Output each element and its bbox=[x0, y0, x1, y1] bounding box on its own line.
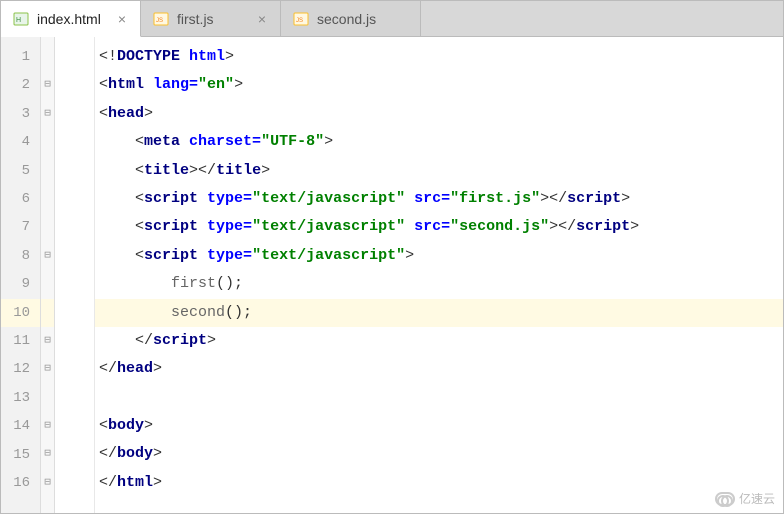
watermark-icon bbox=[715, 492, 735, 506]
fold-toggle-icon[interactable]: ⊟ bbox=[41, 71, 54, 99]
code-line[interactable]: first(); bbox=[95, 270, 783, 298]
fold-spacer bbox=[41, 157, 54, 185]
line-number: 3 bbox=[1, 100, 40, 128]
line-number: 8 bbox=[1, 242, 40, 270]
js-icon: JS bbox=[293, 11, 309, 27]
fold-spacer bbox=[41, 213, 54, 241]
line-number: 5 bbox=[1, 157, 40, 185]
code-editor[interactable]: 12345678910111213141516 ⊟⊟⊟⊟⊟⊟⊟⊟ <!DOCTY… bbox=[1, 37, 783, 513]
code-line[interactable]: <head> bbox=[95, 100, 783, 128]
tab-label: second.js bbox=[317, 11, 410, 27]
line-number: 1 bbox=[1, 43, 40, 71]
line-number: 6 bbox=[1, 185, 40, 213]
close-icon[interactable]: × bbox=[254, 11, 270, 27]
fold-gutter[interactable]: ⊟⊟⊟⊟⊟⊟⊟⊟ bbox=[41, 37, 55, 513]
tab-first-js[interactable]: JS first.js × bbox=[141, 1, 281, 36]
line-number: 7 bbox=[1, 213, 40, 241]
fold-toggle-icon[interactable]: ⊟ bbox=[41, 355, 54, 383]
line-number: 14 bbox=[1, 412, 40, 440]
line-number: 10 bbox=[1, 299, 40, 327]
tab-second-js[interactable]: JS second.js bbox=[281, 1, 421, 36]
svg-text:JS: JS bbox=[296, 18, 303, 24]
fold-spacer bbox=[41, 270, 54, 298]
line-number: 11 bbox=[1, 327, 40, 355]
code-line[interactable] bbox=[95, 384, 783, 412]
code-line[interactable]: <!DOCTYPE html> bbox=[95, 43, 783, 71]
fold-spacer bbox=[41, 128, 54, 156]
left-margin bbox=[55, 37, 95, 513]
line-number: 13 bbox=[1, 384, 40, 412]
fold-spacer bbox=[41, 384, 54, 412]
html-icon: H bbox=[13, 11, 29, 27]
watermark-text: 亿速云 bbox=[739, 490, 775, 507]
tab-label: first.js bbox=[177, 11, 246, 27]
code-line[interactable]: <title></title> bbox=[95, 157, 783, 185]
svg-text:JS: JS bbox=[156, 18, 163, 24]
code-line[interactable]: </body> bbox=[95, 440, 783, 468]
watermark: 亿速云 bbox=[715, 490, 775, 507]
tab-bar: H index.html × JS first.js × JS second.j… bbox=[1, 1, 783, 37]
code-line[interactable]: </script> bbox=[95, 327, 783, 355]
code-line[interactable]: <meta charset="UTF-8"> bbox=[95, 128, 783, 156]
fold-toggle-icon[interactable]: ⊟ bbox=[41, 440, 54, 468]
js-icon: JS bbox=[153, 11, 169, 27]
tab-index-html[interactable]: H index.html × bbox=[1, 1, 141, 37]
svg-text:H: H bbox=[16, 17, 21, 24]
tab-label: index.html bbox=[37, 11, 106, 27]
code-line[interactable]: <body> bbox=[95, 412, 783, 440]
code-line[interactable]: </html> bbox=[95, 469, 783, 497]
code-line[interactable]: <script type="text/javascript"> bbox=[95, 242, 783, 270]
code-line[interactable]: <script type="text/javascript" src="firs… bbox=[95, 185, 783, 213]
code-area[interactable]: <!DOCTYPE html><html lang="en"><head> <m… bbox=[95, 37, 783, 513]
line-number: 4 bbox=[1, 128, 40, 156]
code-line[interactable]: </head> bbox=[95, 355, 783, 383]
fold-spacer bbox=[41, 185, 54, 213]
line-number: 15 bbox=[1, 441, 40, 469]
fold-toggle-icon[interactable]: ⊟ bbox=[41, 100, 54, 128]
code-line[interactable]: <html lang="en"> bbox=[95, 71, 783, 99]
fold-toggle-icon[interactable]: ⊟ bbox=[41, 327, 54, 355]
fold-toggle-icon[interactable]: ⊟ bbox=[41, 469, 54, 497]
fold-toggle-icon[interactable]: ⊟ bbox=[41, 242, 54, 270]
fold-spacer bbox=[41, 43, 54, 71]
fold-spacer bbox=[41, 299, 54, 327]
fold-toggle-icon[interactable]: ⊟ bbox=[41, 412, 54, 440]
close-icon[interactable]: × bbox=[114, 11, 130, 27]
line-number: 12 bbox=[1, 355, 40, 383]
line-number: 9 bbox=[1, 270, 40, 298]
line-number-gutter: 12345678910111213141516 bbox=[1, 37, 41, 513]
code-line[interactable]: second(); bbox=[95, 299, 783, 327]
code-line[interactable]: <script type="text/javascript" src="seco… bbox=[95, 213, 783, 241]
line-number: 16 bbox=[1, 469, 40, 497]
line-number: 2 bbox=[1, 71, 40, 99]
